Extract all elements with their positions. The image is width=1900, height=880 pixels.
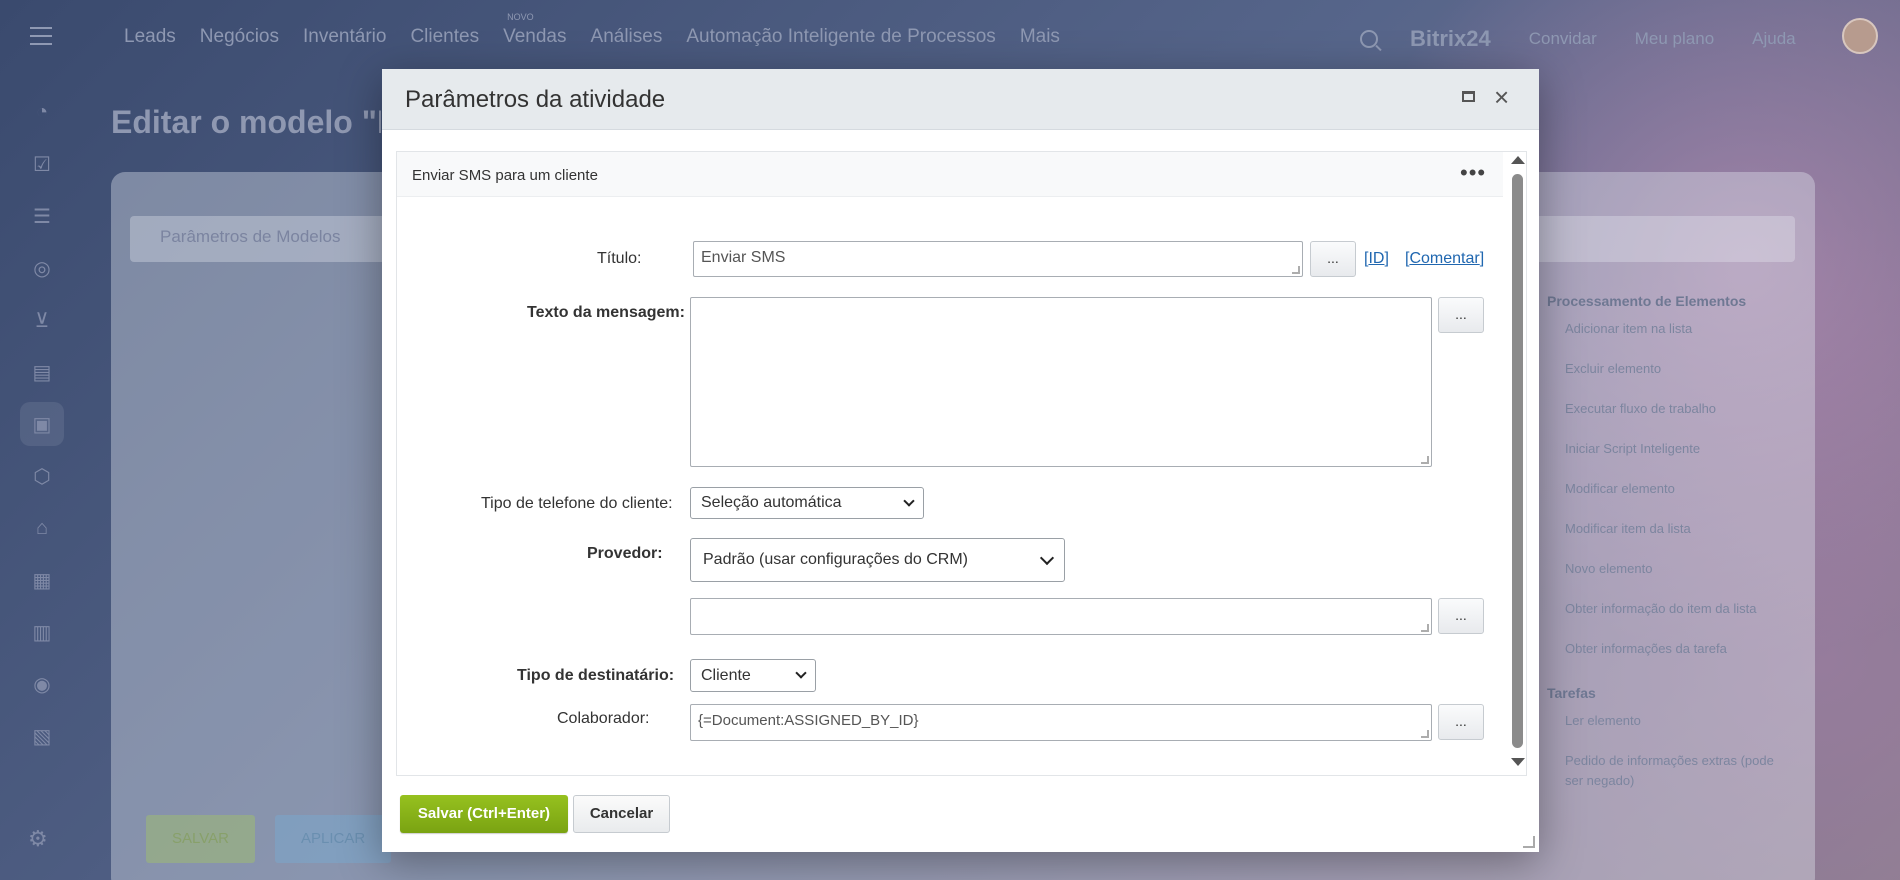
maximize-icon[interactable] [1462,91,1475,102]
sidebar-crm-icon[interactable]: ☰ [20,194,64,238]
panel-item[interactable]: Ler elemento [1565,711,1778,751]
panel-item[interactable]: Modificar item da lista [1565,519,1778,559]
employee-label: Colaborador: [557,710,650,727]
top-navigation-bar: Leads Negócios Inventário Clientes NOVO V… [0,0,1900,76]
sidebar-target-icon[interactable]: ◎ [20,246,64,290]
menu-icon[interactable] [30,27,52,45]
panel-section-title[interactable]: Processamento de Elementos [1547,293,1778,319]
panel-item[interactable]: Excluir elemento [1565,359,1778,399]
background-apply-button[interactable]: APLICAR [274,815,392,863]
my-plan-link[interactable]: Meu plano [1635,29,1714,49]
provider-select[interactable]: Padrão (usar configurações do CRM) [690,538,1065,582]
panel-item[interactable]: Executar fluxo de trabalho [1565,399,1778,439]
content-scrollbar[interactable] [1507,152,1526,775]
novo-badge: NOVO [507,12,534,22]
nav-sales[interactable]: NOVO Vendas [503,12,566,48]
nav-clients[interactable]: Clientes [410,26,479,48]
provider-insert-button[interactable]: ... [1438,598,1484,634]
panel-item[interactable]: Iniciar Script Inteligente [1565,439,1778,479]
activity-params-dialog: Parâmetros da atividade × Enviar SMS par… [382,69,1539,852]
employee-insert-button[interactable]: ... [1438,704,1484,740]
top-right-area: Bitrix24 Convidar Meu plano Ajuda [1360,26,1796,52]
message-textarea[interactable] [690,297,1432,467]
nav-leads[interactable]: Leads [124,26,176,48]
chevron-down-icon [1039,550,1055,565]
left-sidebar: ◔ ☑ ☰ ◎ ⊻ ▤ ▣ ⬡ ⌂ ▦ ▥ ◉ ▧ ⚙ [0,90,84,851]
dialog-title: Parâmetros da atividade [405,86,666,113]
background-save-button[interactable]: SALVAR [146,815,255,863]
sidebar-chart-icon[interactable]: ▥ [20,610,64,654]
panel-item[interactable]: Obter informação do item da lista [1565,599,1778,639]
sidebar-cube-icon[interactable]: ⬡ [20,454,64,498]
background-actions: SALVAR APLICAR [146,815,392,863]
employee-input[interactable]: {=Document:ASSIGNED_BY_ID} [690,704,1432,741]
scroll-down-icon[interactable] [1511,758,1525,766]
phone-type-select[interactable]: Seleção automática [690,487,924,519]
sidebar-shop-icon[interactable]: ⊻ [20,298,64,342]
panel-item[interactable]: Novo elemento [1565,559,1778,599]
page-title: Editar o modelo "N [111,104,381,140]
invite-link[interactable]: Convidar [1529,29,1597,49]
close-icon[interactable]: × [1494,82,1509,113]
panel-item[interactable]: Obter informações da tarefa [1565,639,1778,679]
save-button[interactable]: Salvar (Ctrl+Enter) [400,795,568,833]
sidebar-docs-icon[interactable]: ▧ [20,714,64,758]
title-label: Título: [597,250,642,267]
resize-grip-icon[interactable] [1421,456,1429,464]
nav-inventory[interactable]: Inventário [303,26,386,48]
provider-label: Provedor: [587,545,663,562]
sidebar-circle-icon[interactable]: ◉ [20,662,64,706]
dialog-resize-handle[interactable] [1523,836,1535,848]
panel-item[interactable]: Pedido de informações extras (pode ser n… [1565,751,1778,791]
nav-more[interactable]: Mais [1020,26,1060,48]
user-avatar[interactable] [1842,18,1878,54]
chevron-down-icon [795,667,807,679]
panel-item[interactable]: Adicionar item na lista [1565,319,1778,359]
settings-gear-icon[interactable]: ⚙ [28,826,48,852]
resize-grip-icon[interactable] [1292,266,1300,274]
sidebar-tasks-icon[interactable]: ☑ [20,142,64,186]
recipient-type-select[interactable]: Cliente [690,659,816,692]
nav-automation[interactable]: Automação Inteligente de Processos [686,26,995,48]
comment-link[interactable]: [Comentar] [1405,250,1484,268]
brand-logo: Bitrix24 [1410,26,1491,51]
cancel-button[interactable]: Cancelar [573,795,670,833]
more-options-icon[interactable]: ••• [1460,160,1486,186]
panel-section-title[interactable]: Tarefas [1547,685,1778,711]
nav-deals[interactable]: Negócios [200,26,279,48]
resize-grip-icon[interactable] [1421,624,1429,632]
chevron-down-icon [903,494,915,507]
message-label: Texto da mensagem: [527,304,685,321]
activity-name: Enviar SMS para um cliente [412,167,598,184]
panel-item[interactable]: Modificar elemento [1565,479,1778,519]
help-link[interactable]: Ajuda [1752,29,1795,49]
recipient-type-label: Tipo de destinatário: [517,667,675,684]
phone-type-label: Tipo de telefone do cliente: [481,495,673,512]
sidebar-chat-icon[interactable]: ◔ [20,90,64,134]
dialog-header: Parâmetros da atividade × [382,69,1539,130]
main-nav: Leads Negócios Inventário Clientes NOVO V… [124,12,1084,48]
scroll-up-icon[interactable] [1511,156,1525,164]
sidebar-calendar-icon[interactable]: ▦ [20,558,64,602]
sidebar-automation-icon[interactable]: ▣ [20,402,64,446]
provider-extra-input[interactable] [690,598,1432,635]
nav-analytics[interactable]: Análises [591,26,663,48]
search-icon[interactable] [1360,30,1378,48]
dialog-content: Enviar SMS para um cliente ••• Título: E… [396,151,1527,776]
resize-grip-icon[interactable] [1421,730,1429,738]
sidebar-contacts-icon[interactable]: ▤ [20,350,64,394]
id-link[interactable]: [ID] [1364,250,1389,268]
title-input[interactable]: Enviar SMS [693,241,1303,277]
activity-header: Enviar SMS para um cliente ••• [397,152,1503,197]
sidebar-store-icon[interactable]: ⌂ [20,506,64,550]
title-insert-button[interactable]: ... [1310,241,1356,277]
message-insert-button[interactable]: ... [1438,297,1484,333]
activities-panel: Processamento de Elementos Adicionar ite… [1535,287,1778,788]
scroll-thumb[interactable] [1512,174,1523,748]
